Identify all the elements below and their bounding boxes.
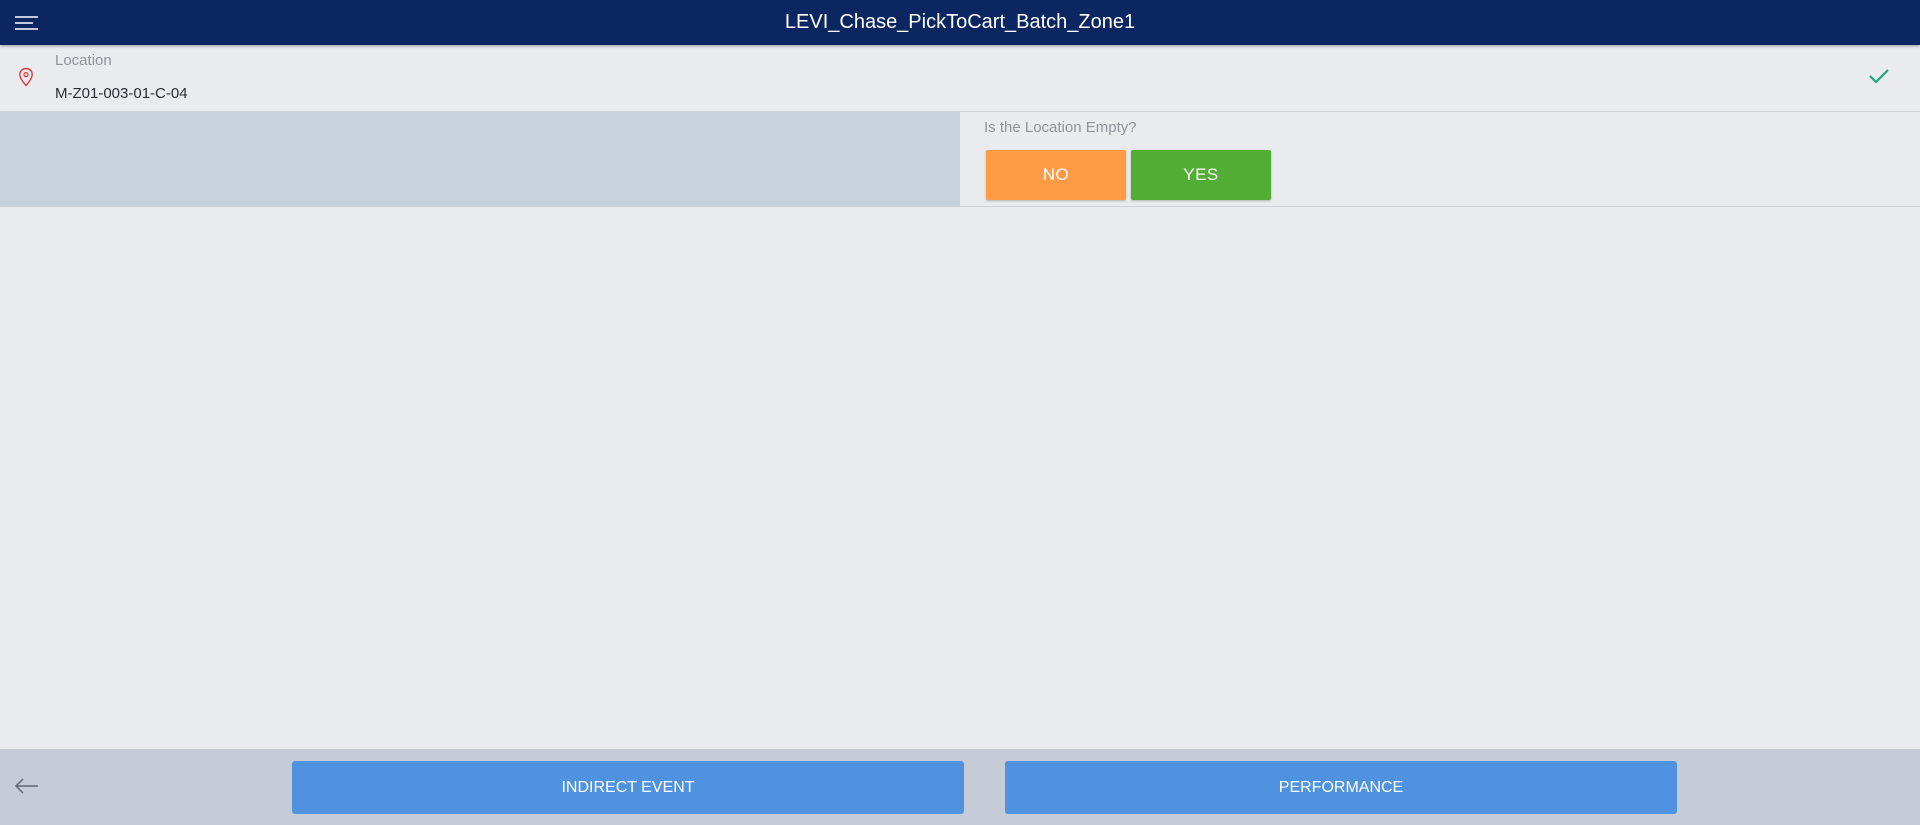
performance-button[interactable]: PERFORMANCE [1005,761,1677,814]
yes-button[interactable]: YES [1131,150,1271,200]
app-title: LEVI_Chase_PickToCart_Batch_Zone1 [784,11,1136,33]
check-icon [1868,67,1890,85]
location-empty-question: Is the Location Empty? NO YES [0,112,1920,207]
app-header: LEVI_Chase_PickToCart_Batch_Zone1 [0,0,1920,45]
no-button[interactable]: NO [986,150,1126,200]
map-pin-icon [18,67,34,87]
location-label: Location [55,52,112,69]
question-label: Is the Location Empty? [984,119,1137,136]
arrow-left-icon[interactable] [14,776,40,796]
footer-bar: INDIRECT EVENT PERFORMANCE [0,749,1920,825]
indirect-event-button[interactable]: INDIRECT EVENT [292,761,964,814]
question-right-panel: Is the Location Empty? NO YES [960,112,1920,206]
location-field: Location M-Z01-003-01-C-04 [0,45,1920,112]
question-left-panel [0,112,960,206]
location-value: M-Z01-003-01-C-04 [55,85,188,102]
